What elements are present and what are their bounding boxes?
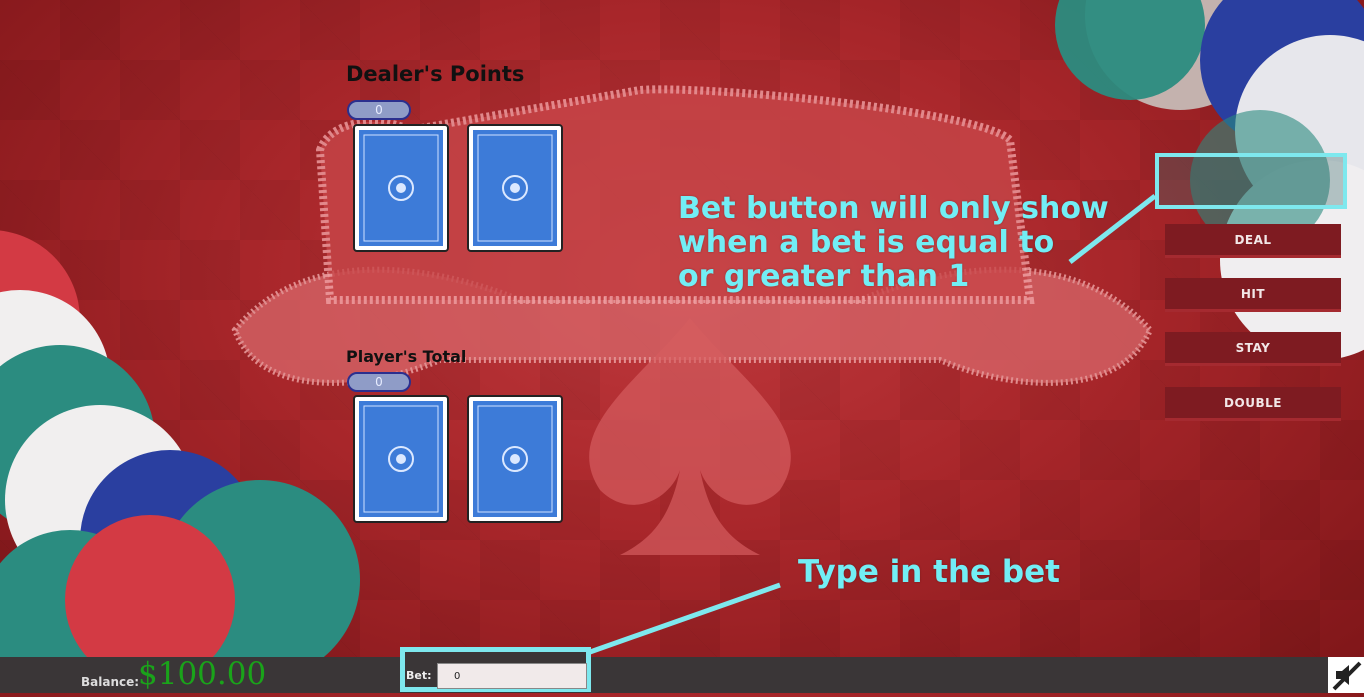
- speaker-muted-icon[interactable]: [1328, 657, 1364, 693]
- bet-input[interactable]: [437, 663, 587, 689]
- bet-label: Bet:: [406, 669, 432, 682]
- annotation-arrows: [589, 194, 1157, 655]
- deal-button[interactable]: DEAL: [1165, 224, 1341, 258]
- bet-button-placeholder: [1155, 153, 1347, 209]
- balance-value: $100.00: [138, 656, 267, 692]
- hit-button[interactable]: HIT: [1165, 278, 1341, 312]
- balance-label: Balance:: [81, 675, 140, 689]
- bet-button-arrow: [1068, 194, 1157, 264]
- stay-button[interactable]: STAY: [1165, 332, 1341, 366]
- double-button[interactable]: DOUBLE: [1165, 387, 1341, 421]
- speaker-muted-icon-graphic: [1332, 661, 1362, 691]
- type-bet-arrow: [589, 582, 781, 655]
